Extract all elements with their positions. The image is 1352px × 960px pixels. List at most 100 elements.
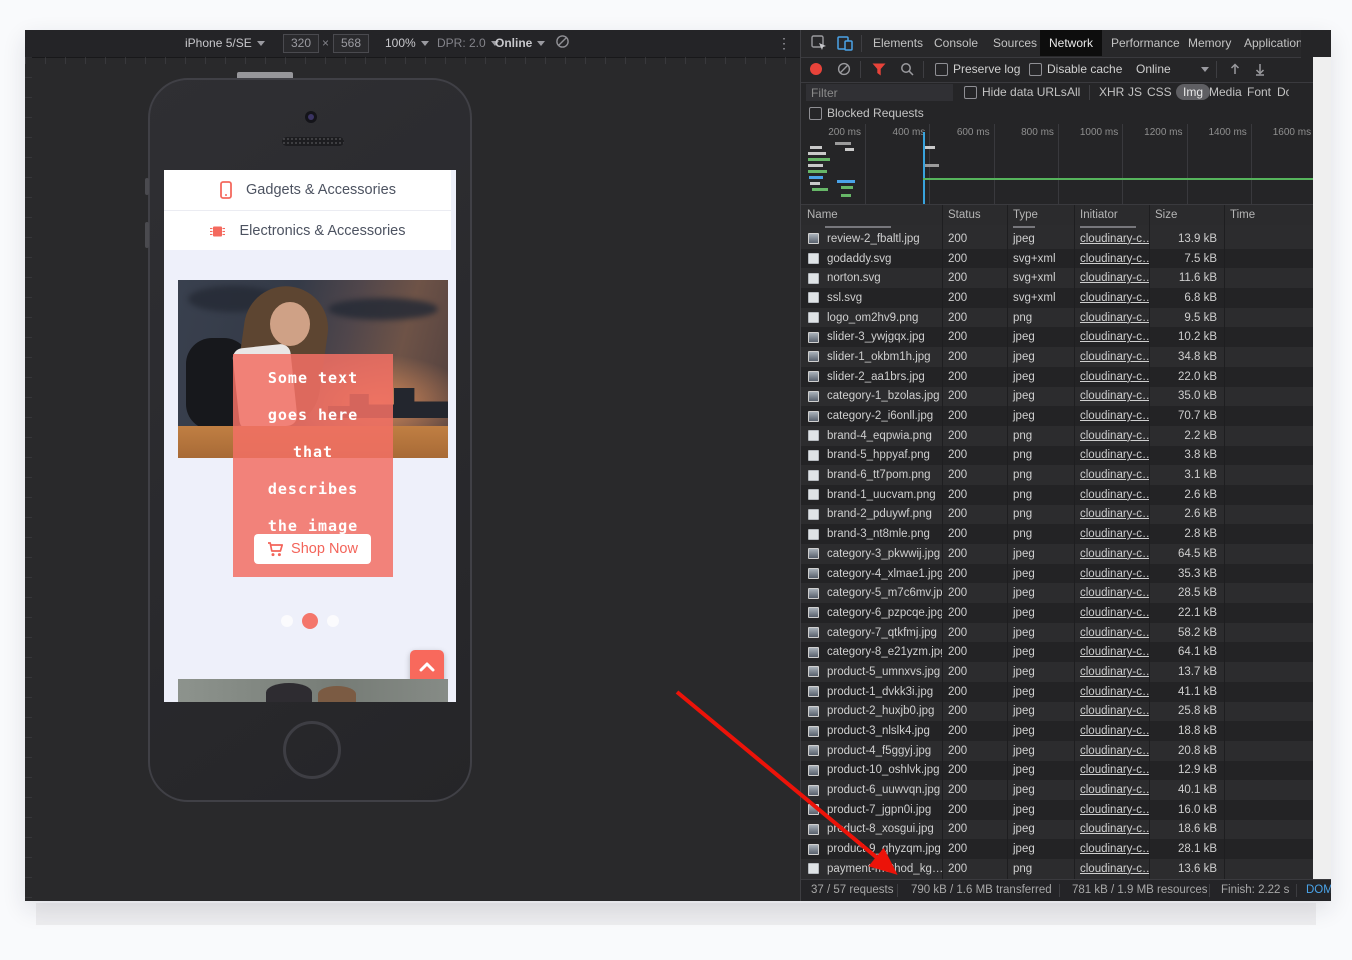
column-separator[interactable] (1224, 205, 1225, 879)
category-item-electronics[interactable]: Electronics & Accessories (164, 211, 451, 251)
type-filter-font[interactable]: Font (1247, 85, 1271, 99)
tab-elements[interactable]: Elements (873, 30, 923, 56)
request-initiator[interactable]: cloudinary-c… (1074, 272, 1149, 284)
table-row[interactable]: product-3_nlslk4.jpg200jpegcloudinary-c…… (801, 721, 1313, 741)
tab-application[interactable]: Application (1244, 30, 1301, 56)
preserve-log-checkbox[interactable] (935, 63, 948, 76)
table-row[interactable]: product-9_qhyzqm.jpg200jpegcloudinary-c…… (801, 839, 1313, 859)
viewport-height-input[interactable]: 568 (333, 34, 369, 53)
no-throttling-icon[interactable] (555, 34, 570, 49)
request-initiator[interactable]: cloudinary-c… (1074, 312, 1149, 324)
type-filter-xhr[interactable]: XHR (1099, 85, 1124, 99)
column-type[interactable]: Type (1007, 209, 1074, 221)
table-row[interactable]: slider-1_okbm1h.jpg200jpegcloudinary-c…3… (801, 347, 1313, 367)
carousel-dot[interactable] (327, 615, 339, 627)
request-initiator[interactable]: cloudinary-c… (1074, 587, 1149, 599)
request-initiator[interactable]: cloudinary-c… (1074, 686, 1149, 698)
request-initiator[interactable]: cloudinary-c… (1074, 784, 1149, 796)
request-initiator[interactable]: cloudinary-c… (1074, 390, 1149, 402)
dpr-select[interactable]: DPR: 2.0 (437, 36, 499, 50)
request-initiator[interactable]: cloudinary-c… (1074, 725, 1149, 737)
request-initiator[interactable]: cloudinary-c… (1074, 253, 1149, 265)
request-initiator[interactable]: cloudinary-c… (1074, 410, 1149, 422)
table-row[interactable]: category-4_xlmae1.jpg200jpegcloudinary-c… (801, 564, 1313, 584)
column-separator[interactable] (1007, 205, 1008, 879)
column-name[interactable]: Name (801, 209, 942, 221)
tab-network[interactable]: Network (1040, 30, 1102, 56)
table-row[interactable]: brand-2_pduywf.png200pngcloudinary-c…2.6… (801, 505, 1313, 525)
request-initiator[interactable]: cloudinary-c… (1074, 627, 1149, 639)
table-row[interactable]: brand-4_eqpwia.png200pngcloudinary-c…2.2… (801, 426, 1313, 446)
search-icon[interactable] (900, 62, 914, 76)
tab-memory[interactable]: Memory (1188, 30, 1231, 56)
request-initiator[interactable]: cloudinary-c… (1074, 646, 1149, 658)
table-row[interactable]: review-2_fbaltl.jpg200jpegcloudinary-c…1… (801, 229, 1313, 249)
record-icon[interactable] (810, 63, 822, 75)
category-item-gadgets[interactable]: Gadgets & Accessories (164, 170, 451, 210)
table-row[interactable]: category-5_m7c6mv.jpg200jpegcloudinary-c… (801, 583, 1313, 603)
table-row[interactable]: brand-5_hppyaf.png200pngcloudinary-c…3.8… (801, 446, 1313, 466)
table-row[interactable]: godaddy.svg200svg+xmlcloudinary-c…7.5 kB (801, 249, 1313, 269)
request-initiator[interactable]: cloudinary-c… (1074, 371, 1149, 383)
scrollbar[interactable] (1313, 57, 1331, 879)
column-size[interactable]: Size (1149, 209, 1224, 221)
more-options-icon[interactable]: ⋮ (777, 35, 791, 52)
table-row[interactable]: category-6_pzpcqe.jpg200jpegcloudinary-c… (801, 603, 1313, 623)
hide-data-urls-checkbox[interactable] (964, 86, 977, 99)
table-row[interactable]: category-2_i6onll.jpg200jpegcloudinary-c… (801, 406, 1313, 426)
filter-input[interactable] (806, 84, 953, 101)
column-separator[interactable] (1074, 205, 1075, 879)
carousel-dot-active[interactable] (302, 613, 318, 629)
request-initiator[interactable]: cloudinary-c… (1074, 430, 1149, 442)
request-initiator[interactable]: cloudinary-c… (1074, 607, 1149, 619)
request-initiator[interactable]: cloudinary-c… (1074, 764, 1149, 776)
request-initiator[interactable]: cloudinary-c… (1074, 568, 1149, 580)
table-row[interactable]: ssl.svg200svg+xmlcloudinary-c…6.8 kB (801, 288, 1313, 308)
type-filter-all[interactable]: All (1067, 85, 1080, 99)
device-toolbar-icon[interactable] (837, 35, 853, 51)
table-row[interactable]: brand-3_nt8mle.png200pngcloudinary-c…2.8… (801, 524, 1313, 544)
table-row[interactable]: brand-1_uucvam.png200pngcloudinary-c…2.6… (801, 485, 1313, 505)
timeline-overview[interactable]: 200 ms400 ms600 ms800 ms1000 ms1200 ms14… (801, 124, 1313, 205)
viewport-width-input[interactable]: 320 (283, 34, 319, 53)
type-filter-img[interactable]: Img (1176, 84, 1210, 100)
tab-console[interactable]: Console (934, 30, 978, 56)
tab-performance[interactable]: Performance (1111, 30, 1180, 56)
table-row[interactable]: category-7_qtkfmj.jpg200jpegcloudinary-c… (801, 623, 1313, 643)
type-filter-doc[interactable]: Doc (1277, 85, 1289, 99)
type-filter-js[interactable]: JS (1128, 85, 1142, 99)
request-initiator[interactable]: cloudinary-c… (1074, 705, 1149, 717)
shop-now-button[interactable]: Shop Now (254, 534, 371, 564)
table-row[interactable]: norton.svg200svg+xmlcloudinary-c…11.6 kB (801, 268, 1313, 288)
request-initiator[interactable]: cloudinary-c… (1074, 528, 1149, 540)
zoom-select[interactable]: 100% (385, 36, 429, 50)
carousel-dot[interactable] (281, 615, 293, 627)
request-initiator[interactable]: cloudinary-c… (1074, 508, 1149, 520)
column-separator[interactable] (1149, 205, 1150, 879)
table-row[interactable]: category-8_e21yzm.jpg200jpegcloudinary-c… (801, 642, 1313, 662)
table-row[interactable]: product-6_uuwvqn.jpg200jpegcloudinary-c…… (801, 780, 1313, 800)
tab-sources[interactable]: Sources (993, 30, 1037, 56)
table-row[interactable]: brand-6_tt7pom.png200pngcloudinary-c…3.1… (801, 465, 1313, 485)
device-select[interactable]: iPhone 5/SE (185, 36, 265, 50)
table-row[interactable]: product-7_jgpn0i.jpg200jpegcloudinary-c…… (801, 800, 1313, 820)
request-initiator[interactable]: cloudinary-c… (1074, 292, 1149, 304)
request-initiator[interactable]: cloudinary-c… (1074, 489, 1149, 501)
request-initiator[interactable]: cloudinary-c… (1074, 469, 1149, 481)
type-filter-css[interactable]: CSS (1147, 85, 1172, 99)
inspect-element-icon[interactable] (811, 35, 827, 51)
table-row[interactable]: product-1_dvkk3i.jpg200jpegcloudinary-c…… (801, 682, 1313, 702)
disable-cache-checkbox[interactable] (1029, 63, 1042, 76)
table-row[interactable]: product-8_xosgui.jpg200jpegcloudinary-c…… (801, 820, 1313, 840)
request-initiator[interactable]: cloudinary-c… (1074, 745, 1149, 757)
table-row[interactable]: slider-2_aa1brs.jpg200jpegcloudinary-c…2… (801, 367, 1313, 387)
clear-icon[interactable] (837, 62, 851, 76)
column-status[interactable]: Status (942, 209, 1007, 221)
table-row[interactable]: category-3_pkwwij.jpg200jpegcloudinary-c… (801, 544, 1313, 564)
request-initiator[interactable]: cloudinary-c… (1074, 823, 1149, 835)
export-har-icon[interactable] (1253, 62, 1267, 76)
table-row[interactable]: category-1_bzolas.jpg200jpegcloudinary-c… (801, 387, 1313, 407)
table-row[interactable]: product-5_umnxvs.jpg200jpegcloudinary-c…… (801, 662, 1313, 682)
request-initiator[interactable]: cloudinary-c… (1074, 863, 1149, 875)
throttle-select[interactable]: Online (495, 36, 545, 50)
